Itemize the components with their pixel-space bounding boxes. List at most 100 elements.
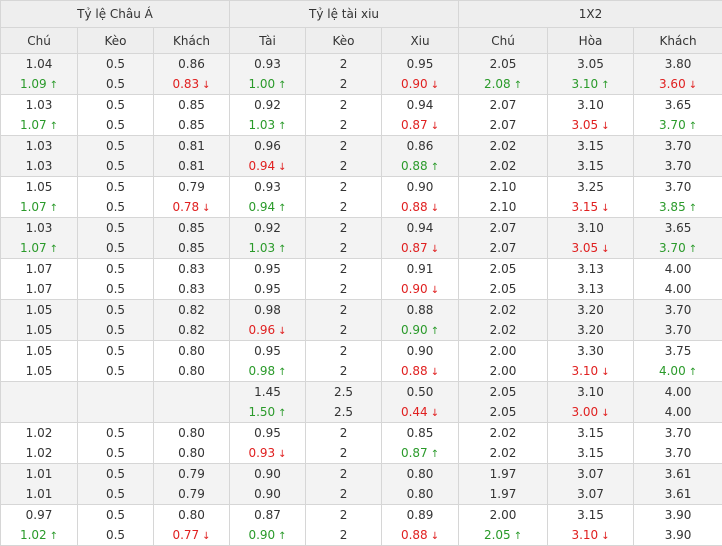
opening-odds: 0.92	[230, 218, 305, 238]
current-odds: 1.07	[1, 279, 77, 299]
odds-value: 0.87	[401, 241, 428, 255]
odds-value: 0.80	[178, 344, 205, 358]
opening-odds: 3.65	[634, 218, 722, 238]
opening-odds: 0.80	[154, 423, 229, 443]
cell-1x2-draw: 3.303.10↓	[548, 341, 634, 382]
odds-value: 2	[340, 303, 348, 317]
odds-value: 1.45	[254, 385, 281, 399]
current-odds: 2.02	[459, 156, 547, 176]
odds-value: 1.01	[26, 487, 53, 501]
opening-odds: 3.30	[548, 341, 633, 361]
cell-under: 0.850.87↑	[382, 423, 459, 464]
odds-value: 3.65	[665, 98, 692, 112]
opening-odds: 3.65	[634, 95, 722, 115]
current-odds: 0.98↑	[230, 361, 305, 381]
odds-value: 2.02	[490, 159, 517, 173]
current-odds: 0.88↓	[382, 525, 458, 545]
arrow-up-icon: ↑	[514, 531, 522, 542]
cell-under: 0.950.90↓	[382, 54, 459, 95]
current-odds: 1.00↑	[230, 74, 305, 94]
arrow-up-icon: ↑	[278, 121, 286, 132]
odds-value: 0.85	[178, 118, 205, 132]
table-row: 1.011.010.50.50.790.790.900.90220.800.80…	[1, 464, 722, 505]
cell-ou-line: 22	[306, 54, 382, 95]
header-group-row: Tỷ lệ Châu Á Tỷ lệ tài xiu 1X2	[1, 1, 722, 28]
odds-value: 0.5	[106, 426, 125, 440]
opening-odds: 0.86	[382, 136, 458, 156]
current-odds: 0.77↓	[154, 525, 229, 545]
opening-odds: 1.45	[230, 382, 305, 402]
current-odds: 1.03↑	[230, 115, 305, 135]
odds-value: 2	[340, 221, 348, 235]
odds-value: 0.5	[106, 323, 125, 337]
odds-value: 0.88	[401, 200, 428, 214]
odds-value: 3.70	[665, 303, 692, 317]
current-odds: 3.15	[548, 443, 633, 463]
odds-value: 0.94	[407, 98, 434, 112]
table-row: 1.031.030.50.50.810.810.960.94↓220.860.8…	[1, 136, 722, 177]
odds-value: 1.02	[26, 426, 53, 440]
current-odds: 0.94↑	[230, 197, 305, 217]
odds-value: 2.02	[490, 139, 517, 153]
arrow-down-icon: ↓	[431, 244, 439, 255]
odds-value: 1.50	[248, 405, 275, 419]
current-odds: 0.5	[78, 115, 153, 135]
arrow-up-icon: ↑	[278, 531, 286, 542]
cell-asian-handicap: 0.50.5	[78, 95, 154, 136]
odds-value: 2	[340, 323, 348, 337]
current-odds: 0.94↓	[230, 156, 305, 176]
table-row: 1.051.07↑0.50.50.790.78↓0.930.94↑220.900…	[1, 177, 722, 218]
cell-1x2-away: 3.613.61	[634, 464, 722, 505]
arrow-down-icon: ↓	[601, 531, 609, 542]
odds-value: 2.5	[334, 385, 353, 399]
opening-odds: 3.20	[548, 300, 633, 320]
cell-over: 0.960.94↓	[230, 136, 306, 177]
cell-1x2-home: 2.052.05	[459, 259, 548, 300]
odds-value: 0.90	[248, 528, 275, 542]
odds-value: 3.61	[665, 467, 692, 481]
odds-value: 1.07	[20, 118, 47, 132]
current-odds: 0.83↓	[154, 74, 229, 94]
current-odds: 1.05	[1, 361, 77, 381]
odds-value: 0.5	[106, 446, 125, 460]
arrow-down-icon: ↓	[431, 531, 439, 542]
odds-value: 2	[340, 200, 348, 214]
arrow-down-icon: ↓	[601, 408, 609, 419]
opening-odds: 2.02	[459, 300, 547, 320]
col-asian-handicap: Kèo	[78, 28, 154, 54]
opening-odds: 0.5	[78, 95, 153, 115]
opening-odds: 0.87	[230, 505, 305, 525]
odds-value: 3.10	[571, 528, 598, 542]
odds-value: 0.90	[401, 323, 428, 337]
cell-1x2-away: 3.703.70	[634, 300, 722, 341]
odds-value: 0.77	[172, 528, 199, 542]
odds-value: 0.5	[106, 98, 125, 112]
odds-value: 1.03	[248, 241, 275, 255]
odds-value: 4.00	[665, 282, 692, 296]
odds-value: 1.02	[20, 528, 47, 542]
col-asian-home: Chú	[1, 28, 78, 54]
current-odds: 0.90↓	[382, 74, 458, 94]
cell-asian-home: 1.031.07↑	[1, 95, 78, 136]
arrow-down-icon: ↓	[601, 367, 609, 378]
odds-value: 3.70	[659, 241, 686, 255]
cell-under: 0.800.80	[382, 464, 459, 505]
cell-asian-home	[1, 382, 78, 423]
odds-value: 2.10	[490, 180, 517, 194]
current-odds: 0.5	[78, 279, 153, 299]
cell-asian-home: 1.041.09↑	[1, 54, 78, 95]
odds-value: 3.15	[577, 426, 604, 440]
arrow-down-icon: ↓	[278, 162, 286, 173]
cell-over: 0.921.03↑	[230, 218, 306, 259]
opening-odds: 0.95	[230, 423, 305, 443]
current-odds: 2.07	[459, 115, 547, 135]
odds-value: 0.5	[106, 262, 125, 276]
odds-value: 2	[340, 241, 348, 255]
odds-value: 0.94	[248, 200, 275, 214]
odds-value: 4.00	[665, 262, 692, 276]
current-odds: 2	[306, 279, 381, 299]
opening-odds: 4.00	[634, 382, 722, 402]
odds-value: 3.10	[577, 221, 604, 235]
cell-1x2-home: 2.022.02	[459, 300, 548, 341]
odds-table-header: Tỷ lệ Châu Á Tỷ lệ tài xiu 1X2 Chú Kèo K…	[1, 1, 722, 54]
